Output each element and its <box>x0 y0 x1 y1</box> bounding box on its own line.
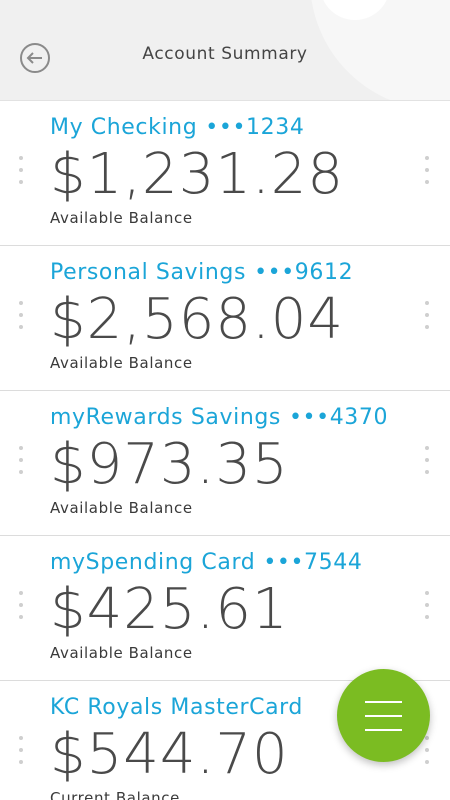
more-options-icon[interactable] <box>423 736 431 776</box>
menu-fab-button[interactable] <box>337 669 430 762</box>
balance-label: Current Balance <box>50 789 180 800</box>
drag-handle-icon[interactable] <box>17 736 25 776</box>
balance-label: Available Balance <box>50 354 193 372</box>
account-balance: $973.35 <box>50 432 289 497</box>
account-card-checking[interactable]: My Checking •••1234 $1,231.28 Available B… <box>0 101 450 246</box>
app-header: Account Summary <box>0 0 450 101</box>
account-name-label: Personal Savings <box>50 260 247 285</box>
account-name: myRewards Savings •••4370 <box>50 405 388 430</box>
account-card-myspending-card[interactable]: mySpending Card •••7544 $425.61 Available… <box>0 536 450 681</box>
account-name-label: My Checking <box>50 115 198 140</box>
balance-label: Available Balance <box>50 209 193 227</box>
drag-handle-icon[interactable] <box>17 156 25 196</box>
drag-handle-icon[interactable] <box>17 301 25 341</box>
more-options-icon[interactable] <box>423 301 431 341</box>
account-balance: $425.61 <box>50 577 289 642</box>
account-name: Personal Savings •••9612 <box>50 260 353 285</box>
account-balance: $1,231.28 <box>50 142 345 207</box>
hamburger-menu-icon <box>365 715 402 717</box>
drag-handle-icon[interactable] <box>17 591 25 631</box>
account-name-label: KC Royals MasterCard <box>50 695 304 720</box>
account-name: KC Royals MasterCard <box>50 695 303 720</box>
drag-handle-icon[interactable] <box>17 446 25 486</box>
balance-label: Available Balance <box>50 644 193 662</box>
more-options-icon[interactable] <box>423 156 431 196</box>
account-number-mask: •••7544 <box>263 550 363 575</box>
balance-label: Available Balance <box>50 499 193 517</box>
account-number-mask: •••9612 <box>254 260 354 285</box>
account-card-personal-savings[interactable]: Personal Savings •••9612 $2,568.04 Availa… <box>0 246 450 391</box>
hamburger-menu-icon <box>365 701 402 703</box>
more-options-icon[interactable] <box>423 446 431 486</box>
hamburger-menu-icon <box>365 729 402 731</box>
account-name: mySpending Card •••7544 <box>50 550 362 575</box>
account-name-label: mySpending Card <box>50 550 256 575</box>
account-balance: $2,568.04 <box>50 287 345 352</box>
account-name: My Checking •••1234 <box>50 115 304 140</box>
account-card-myrewards-savings[interactable]: myRewards Savings •••4370 $973.35 Availab… <box>0 391 450 536</box>
more-options-icon[interactable] <box>423 591 431 631</box>
account-number-mask: •••1234 <box>205 115 305 140</box>
account-number-mask: •••4370 <box>288 405 389 430</box>
account-balance: $544.70 <box>50 722 289 787</box>
page-title: Account Summary <box>142 44 308 64</box>
account-name-label: myRewards Savings <box>50 405 281 430</box>
